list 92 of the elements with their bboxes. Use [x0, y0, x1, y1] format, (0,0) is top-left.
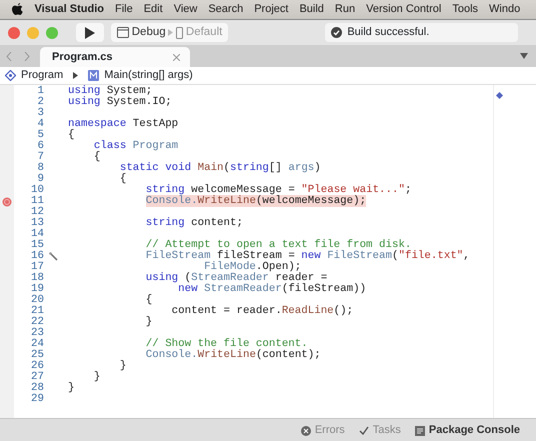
class-icon: [5, 70, 16, 81]
code-line: string welcomeMessage = "Please wait...";: [146, 184, 412, 196]
line-number: 10: [30, 185, 45, 196]
line-number: 16: [30, 251, 45, 262]
menu-item[interactable]: Edit: [138, 1, 168, 18]
editor-tab[interactable]: Program.cs: [40, 47, 190, 67]
checkmark-icon: [358, 426, 369, 435]
close-button[interactable]: [8, 26, 20, 38]
status-bar-tab[interactable]: Package Console: [414, 422, 520, 439]
line-number: 5: [36, 130, 45, 141]
method-icon: [88, 70, 100, 81]
menu-item[interactable]: Search: [202, 1, 249, 18]
code-line: }: [146, 316, 152, 328]
code-line: string content;: [146, 217, 243, 229]
code-line: }: [120, 360, 126, 372]
line-number: 4: [36, 119, 45, 130]
play-icon: [85, 26, 95, 38]
overview-marker-icon: [496, 92, 503, 99]
console-icon: [414, 426, 425, 436]
code-line: new StreamReader(fileStream)): [178, 283, 366, 295]
menu-item[interactable]: Run: [329, 1, 361, 18]
menu-item[interactable]: File: [109, 1, 138, 18]
line-number: 20: [30, 295, 45, 306]
menu-item[interactable]: Version Control: [360, 1, 447, 18]
menu-item[interactable]: Project: [248, 1, 294, 18]
line-number: 1: [36, 86, 45, 97]
configuration-selector[interactable]: Debug Default: [111, 23, 228, 42]
code-line: FileMode.Open);: [204, 261, 302, 273]
configuration-label: Debug: [132, 24, 166, 40]
line-number: 15: [30, 240, 45, 251]
line-number: 13: [30, 218, 45, 229]
code-line: }: [68, 382, 74, 394]
breadcrumb-item[interactable]: Program: [21, 67, 64, 84]
code-line: using (StreamReader reader =: [146, 272, 328, 284]
separator-arrow-icon: [73, 72, 78, 79]
code-line: static void Main(string[] args): [120, 162, 321, 174]
menu-item[interactable]: Windo: [484, 1, 526, 18]
code-line: {: [146, 294, 152, 306]
line-number: 7: [36, 152, 45, 163]
menu-item[interactable]: View: [168, 1, 203, 18]
dropdown-arrow-icon[interactable]: [520, 53, 528, 59]
code-line: // Show the file content.: [146, 338, 308, 350]
line-number: 3: [36, 108, 45, 119]
line-number: 27: [30, 372, 45, 383]
code-line: {: [68, 129, 74, 141]
code-line: class Program: [94, 140, 178, 152]
line-number: 19: [30, 284, 45, 295]
line-number: 21: [30, 306, 45, 317]
line-number: 22: [30, 317, 45, 328]
zoom-button[interactable]: [46, 26, 58, 38]
line-number: 14: [30, 229, 45, 240]
line-number: 23: [30, 328, 45, 339]
menu-item[interactable]: Build: [294, 1, 330, 18]
code-line: namespace TestApp: [68, 118, 178, 130]
code-line: content = reader.ReadLine();: [172, 305, 354, 317]
tab-label: Program.cs: [52, 50, 113, 65]
line-number: 29: [30, 394, 45, 405]
line-number: 28: [30, 383, 45, 394]
line-number: 2: [36, 97, 45, 108]
line-number: 26: [30, 361, 45, 372]
breakpoint-icon[interactable]: [2, 196, 12, 206]
phone-icon: [176, 26, 184, 38]
build-status-text: Build successful.: [347, 25, 430, 40]
code-line: Console.WriteLine(content);: [146, 349, 321, 361]
chevron-icon: [168, 29, 174, 36]
line-number: 18: [30, 273, 45, 284]
line-number: 24: [30, 339, 45, 350]
line-number: 8: [36, 163, 45, 174]
code-line: using System.IO;: [68, 96, 172, 108]
code-line: {: [120, 173, 126, 185]
check-circle-icon: [331, 27, 342, 38]
code-line: FileStream fileStream = new FileStream("file.txt",: [146, 250, 470, 262]
window-icon: [117, 27, 129, 38]
menu-item[interactable]: Tools: [446, 1, 484, 18]
error-icon: [300, 426, 311, 436]
line-number: 6: [36, 141, 45, 152]
app-menu[interactable]: Visual Studio: [29, 1, 110, 18]
code-line: // Attempt to open a text file from disk.: [146, 239, 412, 251]
line-number: 9: [38, 174, 45, 185]
line-number: 17: [30, 262, 45, 273]
wrench-icon[interactable]: [48, 252, 58, 261]
close-icon[interactable]: [172, 54, 180, 60]
line-number: 12: [30, 207, 45, 218]
line-number: 25: [30, 350, 45, 361]
breadcrumb-item[interactable]: Main(string[] args): [104, 67, 193, 84]
code-line: using System;: [68, 85, 152, 97]
code-line: }: [94, 371, 100, 383]
code-line: {: [94, 151, 100, 163]
minimize-button[interactable]: [27, 26, 39, 38]
line-number: 11: [30, 196, 45, 207]
device-label: Default: [186, 24, 222, 40]
run-button[interactable]: [76, 23, 104, 42]
